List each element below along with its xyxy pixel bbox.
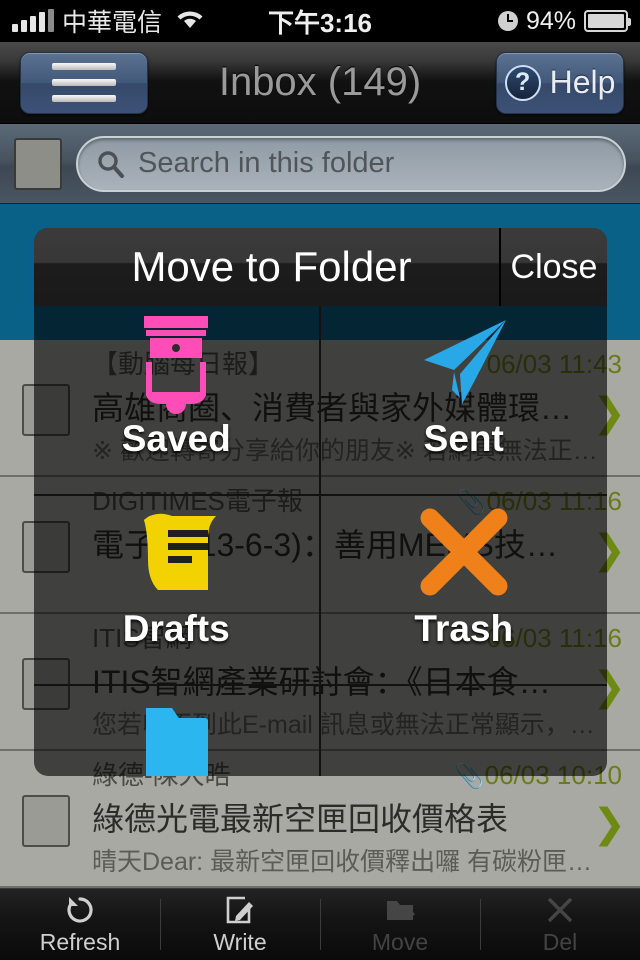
close-button[interactable]: Close (499, 228, 607, 306)
dialog-title: Move to Folder (131, 243, 412, 290)
folder-option-saved[interactable]: Saved (34, 306, 321, 496)
bottom-toolbar: Refresh Write Move Del (0, 888, 640, 960)
write-button[interactable]: Write (160, 889, 320, 960)
search-input[interactable]: Search in this folder (76, 135, 626, 192)
refresh-button[interactable]: Refresh (0, 889, 160, 960)
select-all-checkbox[interactable] (14, 137, 62, 190)
folder-grid: Saved Sent Drafts Trash (34, 306, 607, 776)
battery-percent-label: 94% (525, 6, 576, 35)
chevron-right-icon[interactable]: ❯ (592, 801, 626, 847)
refresh-label: Refresh (39, 929, 121, 955)
move-label: Move (371, 929, 429, 955)
app-root: 中華電信 下午3:16 94% Inbox (149) ? Help Searc… (0, 0, 640, 960)
curled-page-icon (124, 496, 228, 608)
orange-x-icon (412, 496, 516, 608)
email-subject: 綠德光電最新空匣回收價格表 (92, 801, 509, 837)
folder-option-sent[interactable]: Sent (320, 306, 607, 496)
folder-option-label: Drafts (122, 608, 230, 649)
help-button[interactable]: ? Help (496, 51, 624, 114)
status-bar-right: 94% (497, 6, 631, 36)
search-icon (98, 150, 124, 178)
question-mark-icon: ? (504, 64, 541, 101)
folder-option-label: Sent (423, 418, 504, 459)
move-button[interactable]: Move (320, 889, 480, 960)
folder-option-label: Saved (121, 418, 231, 459)
folder-option-label: Trash (414, 608, 514, 649)
navigation-bar: Inbox (149) ? Help (0, 42, 640, 124)
battery-icon (584, 10, 631, 32)
help-button-label: Help (549, 64, 616, 100)
clock-icon (497, 11, 518, 31)
refresh-icon (64, 893, 96, 927)
move-to-folder-dialog: Move to Folder Close Saved Sent Drafts T… (34, 228, 607, 776)
write-label: Write (213, 929, 267, 955)
status-bar: 中華電信 下午3:16 94% (0, 0, 640, 42)
folder-option-drafts[interactable]: Drafts (34, 496, 321, 686)
folder-option-custom[interactable] (34, 686, 321, 776)
compose-icon (224, 893, 256, 927)
checkbox-unchecked-icon[interactable] (22, 795, 70, 847)
dialog-header: Move to Folder Close (34, 228, 607, 306)
delete-button[interactable]: Del (480, 889, 640, 960)
search-bar: Search in this folder (0, 124, 640, 204)
delete-label: Del (542, 929, 578, 955)
paper-plane-icon (410, 306, 518, 418)
blue-folder-icon (124, 686, 228, 776)
move-folder-icon (384, 893, 416, 927)
email-preview: 晴天Dear: 最新空匣回收價釋出囉 有碳粉匣成品或 (92, 848, 640, 876)
search-placeholder: Search in this folder (138, 147, 395, 179)
folder-option-trash[interactable]: Trash (320, 496, 607, 686)
file-cabinet-icon (128, 306, 224, 418)
delete-x-icon (544, 893, 576, 927)
